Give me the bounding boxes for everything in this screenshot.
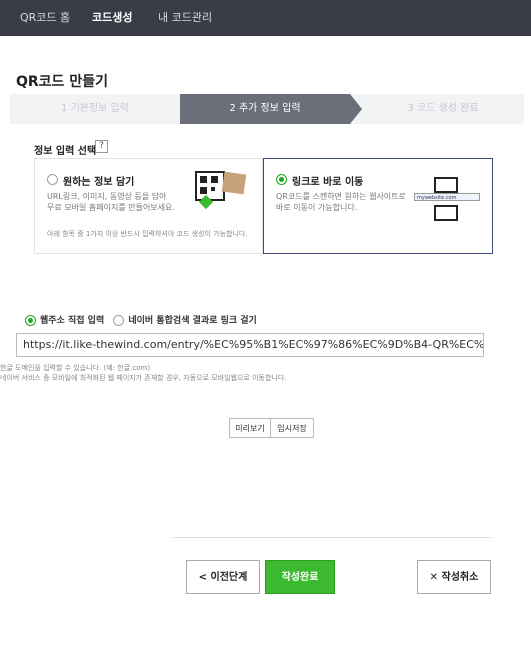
- qr-code-icon: [434, 177, 458, 193]
- qr-code-icon: [195, 171, 225, 201]
- help-icon[interactable]: ?: [95, 140, 108, 153]
- option-desc-line2: 무료 모바일 홈페이지를 만들어보세요.: [47, 203, 175, 212]
- choice-direct-label[interactable]: 웹주소 직접 입력: [40, 316, 104, 326]
- preview-button[interactable]: 미리보기: [229, 418, 271, 438]
- option-card-custom-info[interactable]: 원하는 정보 담기 URL링크, 이미지, 동영상 등을 담아 무료 모바일 홈…: [34, 158, 263, 254]
- page-title: QR코드 만들기: [16, 74, 108, 90]
- choice-naver-label[interactable]: 네이버 통합검색 결과로 링크 걸기: [128, 316, 256, 326]
- save-draft-button[interactable]: 임시저장: [270, 418, 314, 438]
- step-arrow-right: [350, 94, 362, 124]
- step-1: 1 기본정보 입력: [61, 103, 129, 114]
- option-title: 원하는 정보 담기: [63, 177, 135, 188]
- option-desc-line2: 바로 이동이 가능합니다.: [276, 203, 358, 212]
- hint-mobile-redirect: 네이버 서비스 중 모바일에 최적화된 웹 페이지가 존재할 경우, 자동으로 …: [0, 374, 287, 382]
- option-card-direct-link[interactable]: 링크로 바로 이동 QR코드를 스캔하면 원하는 웹사이트로 바로 이동이 가능…: [263, 158, 493, 254]
- tab-qr-home[interactable]: QR코드 홈: [20, 0, 70, 36]
- url-bar-icon: mywebsite.com: [414, 193, 480, 201]
- radio-custom-info[interactable]: [47, 174, 58, 185]
- qr-code-icon: [434, 205, 458, 221]
- photo-thumbnail-icon: [221, 171, 247, 195]
- top-navigation: QR코드 홈 코드생성 내 코드관리: [0, 0, 531, 36]
- url-input[interactable]: https://it.like-thewind.com/entry/%EC%95…: [16, 333, 484, 357]
- link-choice-row: 웹주소 직접 입력 네이버 통합검색 결과로 링크 걸기: [25, 313, 257, 326]
- tab-my-codes[interactable]: 내 코드관리: [158, 0, 212, 36]
- cancel-button[interactable]: ✕ 작성취소: [417, 560, 491, 594]
- step-arrow-left: [170, 94, 180, 124]
- divider: [173, 537, 491, 538]
- previous-step-button[interactable]: < 이전단계: [186, 560, 260, 594]
- qr-code-illustration: [195, 171, 247, 211]
- option-title: 링크로 바로 이동: [292, 177, 364, 188]
- step-indicator: 1 기본정보 입력 2 추가 정보 입력 3 코드 생성 완료: [10, 94, 524, 124]
- link-illustration: mywebsite.com: [414, 177, 484, 221]
- section-label: 정보 입력 선택: [34, 146, 97, 157]
- hint-korean-domain: 한글 도메인을 입력할 수 있습니다. (예: 한글.com): [0, 364, 151, 372]
- radio-direct-link[interactable]: [276, 174, 287, 185]
- option-desc-line1: QR코드를 스캔하면 원하는 웹사이트로: [276, 192, 406, 201]
- tab-create-code[interactable]: 코드생성: [92, 0, 132, 36]
- step-2-active: 2 추가 정보 입력: [180, 94, 350, 124]
- radio-direct-url[interactable]: [25, 315, 36, 326]
- option-desc-line1: URL링크, 이미지, 동영상 등을 담아: [47, 192, 167, 201]
- option-note: 아래 항목 중 1가지 이상 반드시 입력하셔야 코드 생성이 가능합니다.: [47, 230, 248, 238]
- complete-button[interactable]: 작성완료: [265, 560, 335, 594]
- radio-naver-search[interactable]: [113, 315, 125, 326]
- step-3: 3 코드 생성 완료: [407, 103, 479, 114]
